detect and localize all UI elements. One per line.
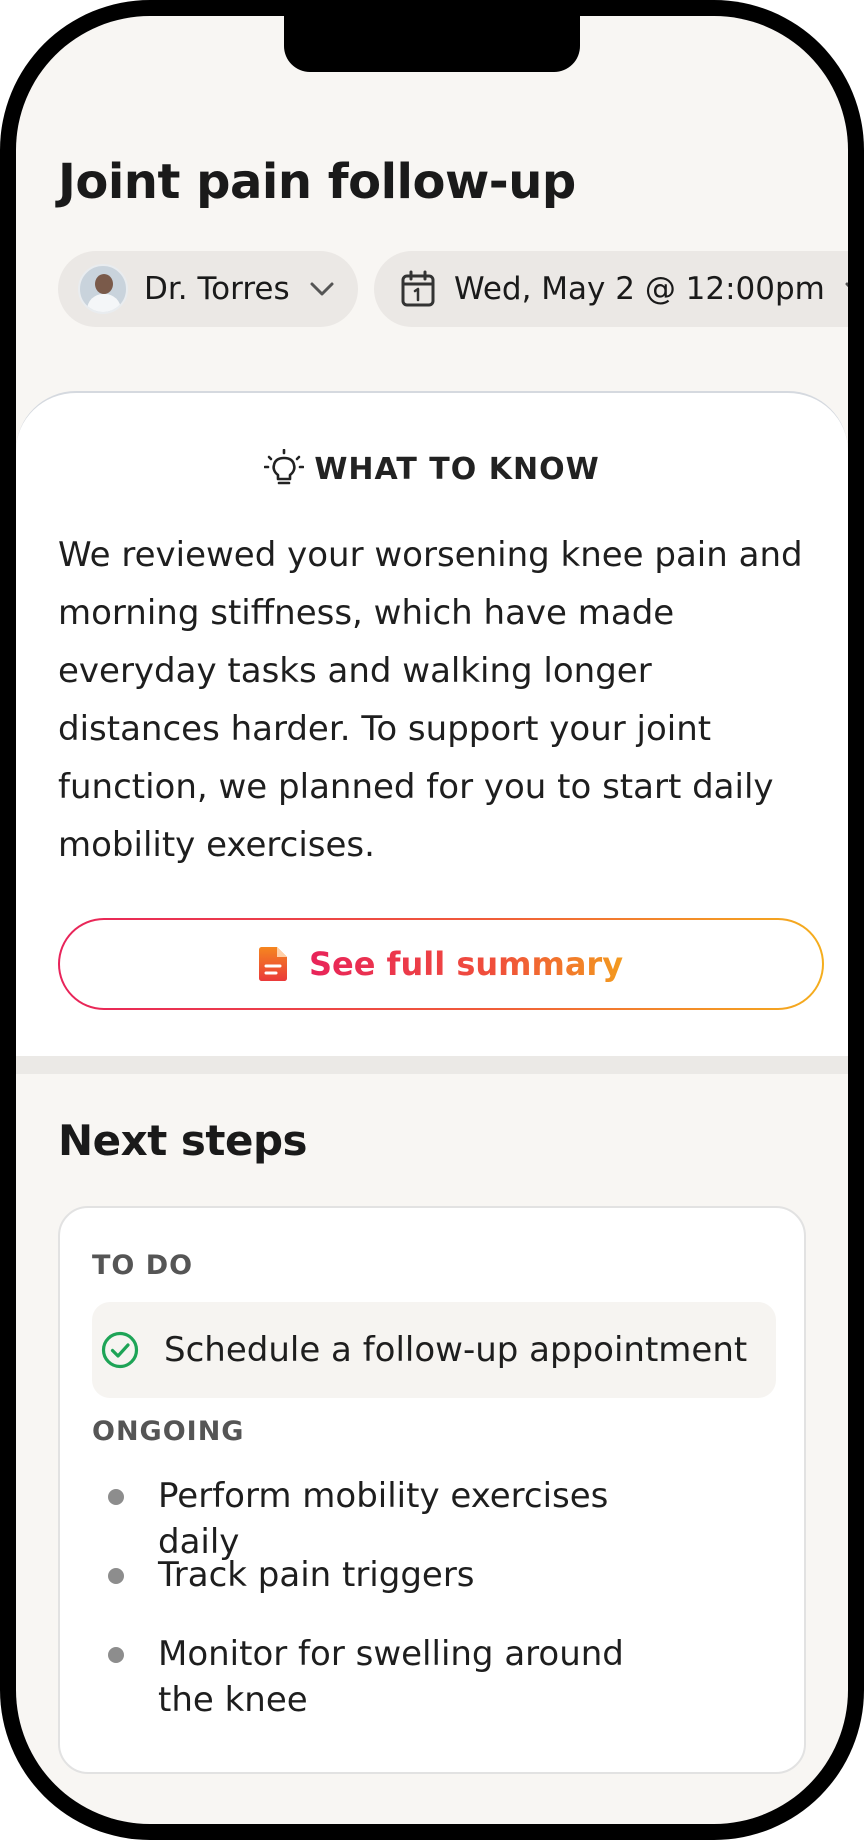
todo-item[interactable]: Schedule a follow-up appointment bbox=[92, 1302, 776, 1398]
chevron-down-icon bbox=[310, 282, 334, 296]
list-item-label: Monitor for swelling around the knee bbox=[158, 1634, 624, 1720]
screen: Joint pain follow-up Dr. Torres Wed, May… bbox=[16, 16, 848, 1824]
doctor-name: Dr. Torres bbox=[144, 271, 290, 307]
what-to-know-card: WHAT TO KNOW We reviewed your worsening … bbox=[16, 391, 848, 1056]
list-item-label: Track pain triggers bbox=[158, 1555, 475, 1595]
doctor-selector[interactable]: Dr. Torres bbox=[58, 251, 358, 327]
document-icon bbox=[258, 947, 287, 981]
see-full-summary-label: See full summary bbox=[308, 945, 624, 983]
ongoing-label: ONGOING bbox=[92, 1416, 245, 1447]
date-selector[interactable]: Wed, May 2 @ 12:00pm bbox=[374, 251, 848, 327]
what-to-know-label: WHAT TO KNOW bbox=[314, 451, 600, 487]
home-indicator[interactable] bbox=[283, 1826, 581, 1838]
check-circle-icon bbox=[101, 1331, 139, 1369]
section-divider bbox=[16, 1056, 848, 1074]
bullet-icon bbox=[108, 1489, 124, 1505]
what-to-know-body: We reviewed your worsening knee pain and… bbox=[58, 535, 803, 865]
calendar-icon bbox=[401, 270, 435, 307]
appointment-datetime: Wed, May 2 @ 12:00pm bbox=[454, 271, 825, 307]
bullet-icon bbox=[108, 1568, 124, 1584]
chevron-down-icon bbox=[845, 282, 848, 288]
todo-label: TO DO bbox=[92, 1250, 194, 1281]
bullet-icon bbox=[108, 1647, 124, 1663]
phone-frame: Joint pain follow-up Dr. Torres Wed, May… bbox=[0, 0, 864, 1840]
next-steps-title: Next steps bbox=[58, 1116, 308, 1165]
todo-item-label: Schedule a follow-up appointment bbox=[164, 1330, 748, 1370]
device-notch bbox=[284, 16, 580, 72]
next-steps-card: TO DO Schedule a follow-up appointment O… bbox=[58, 1206, 806, 1774]
what-to-know-heading: WHAT TO KNOW bbox=[16, 449, 848, 489]
lightbulb-icon bbox=[264, 449, 305, 485]
page-title: Joint pain follow-up bbox=[58, 154, 576, 210]
doctor-avatar bbox=[78, 264, 128, 314]
see-full-summary-button[interactable]: See full summary bbox=[58, 918, 824, 1010]
